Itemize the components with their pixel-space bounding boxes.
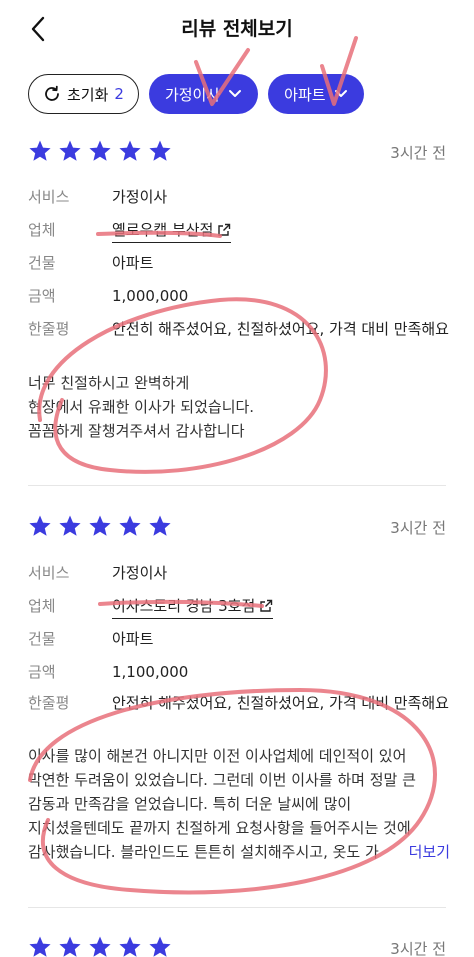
service-label: 서비스 xyxy=(28,564,70,582)
chevron-down-icon xyxy=(229,90,242,97)
star-rating xyxy=(28,139,172,163)
star-icon xyxy=(59,515,81,536)
filter-bar: 초기화 2 가정이사 아파트 xyxy=(28,74,364,114)
summary-label: 한줄평 xyxy=(28,320,70,338)
star-icon xyxy=(119,936,141,957)
building-type-dropdown[interactable]: 아파트 xyxy=(268,74,364,114)
external-link-icon xyxy=(218,223,231,236)
chevron-down-icon xyxy=(334,90,347,97)
building-value: 아파트 xyxy=(112,630,154,648)
star-icon xyxy=(89,936,111,957)
star-icon xyxy=(149,515,171,536)
company-row: 업체 이사스토리 경남 3호점 xyxy=(28,594,450,619)
summary-row: 한줄평 안전히 해주셨어요, 친절하셨어요, 가격 대비 만족해요 xyxy=(28,317,450,341)
service-type-label: 가정이사 xyxy=(164,85,221,104)
reset-filter-button[interactable]: 초기화 2 xyxy=(28,74,139,114)
company-row: 업체 옐로우캡 부산점 xyxy=(28,218,450,243)
refresh-icon xyxy=(45,85,59,101)
star-icon xyxy=(29,140,51,161)
summary-value: 안전히 해주셨어요, 친절하셨어요, 가격 대비 만족해요 xyxy=(112,320,449,338)
star-icon xyxy=(89,140,111,161)
service-row: 서비스 가정이사 xyxy=(28,185,450,209)
amount-value: 1,000,000 xyxy=(112,287,189,305)
star-icon xyxy=(29,936,51,957)
summary-row: 한줄평 안전히 해주셨어요, 친절하셨어요, 가격 대비 만족해요 xyxy=(28,691,450,715)
building-row: 건물 아파트 xyxy=(28,251,450,275)
review-time: 3시간 전 xyxy=(390,144,446,162)
company-link[interactable]: 이사스토리 경남 3호점 xyxy=(112,594,274,619)
building-type-label: 아파트 xyxy=(284,85,326,104)
divider xyxy=(28,907,446,908)
star-icon xyxy=(59,936,81,957)
company-name: 옐로우캡 부산점 xyxy=(112,221,214,239)
star-icon xyxy=(119,515,141,536)
external-link-icon xyxy=(260,599,273,612)
company-label: 업체 xyxy=(28,597,56,615)
read-more-link[interactable]: 더보기 xyxy=(402,840,450,864)
company-name: 이사스토리 경남 3호점 xyxy=(112,597,256,615)
review-body: 이사를 많이 해본건 아니지만 이전 이사업체에 데인적이 있어 막연한 두려움… xyxy=(28,747,416,861)
summary-value: 안전히 해주셨어요, 친절하셨어요, 가격 대비 만족해요 xyxy=(112,694,449,712)
star-rating xyxy=(28,514,172,538)
header: 리뷰 전체보기 xyxy=(0,0,474,58)
star-icon xyxy=(29,515,51,536)
building-value: 아파트 xyxy=(112,254,154,272)
amount-label: 금액 xyxy=(28,663,56,681)
summary-label: 한줄평 xyxy=(28,694,70,712)
building-label: 건물 xyxy=(28,254,56,272)
review-body: 너무 친절하시고 완벽하게 현장에서 유쾌한 이사가 되었습니다. 꼼꼼하게 잘… xyxy=(28,374,255,440)
amount-value: 1,100,000 xyxy=(112,663,189,681)
star-icon xyxy=(149,140,171,161)
star-icon xyxy=(89,515,111,536)
star-rating xyxy=(28,935,172,957)
review-time: 3시간 전 xyxy=(390,519,446,537)
star-icon xyxy=(119,140,141,161)
star-icon xyxy=(149,936,171,957)
reset-label: 초기화 xyxy=(67,85,109,104)
divider xyxy=(28,485,446,486)
building-label: 건물 xyxy=(28,630,56,648)
review-time: 3시간 전 xyxy=(390,940,446,957)
service-label: 서비스 xyxy=(28,188,70,206)
service-value: 가정이사 xyxy=(112,188,168,206)
amount-row: 금액 1,100,000 xyxy=(28,660,450,684)
company-label: 업체 xyxy=(28,221,56,239)
star-icon xyxy=(59,140,81,161)
service-row: 서비스 가정이사 xyxy=(28,561,450,585)
building-row: 건물 아파트 xyxy=(28,627,450,651)
service-value: 가정이사 xyxy=(112,564,168,582)
page-title: 리뷰 전체보기 xyxy=(181,18,293,40)
filter-count: 2 xyxy=(114,85,124,103)
amount-label: 금액 xyxy=(28,287,56,305)
company-link[interactable]: 옐로우캡 부산점 xyxy=(112,218,232,243)
amount-row: 금액 1,000,000 xyxy=(28,284,450,308)
service-type-dropdown[interactable]: 가정이사 xyxy=(148,74,259,114)
